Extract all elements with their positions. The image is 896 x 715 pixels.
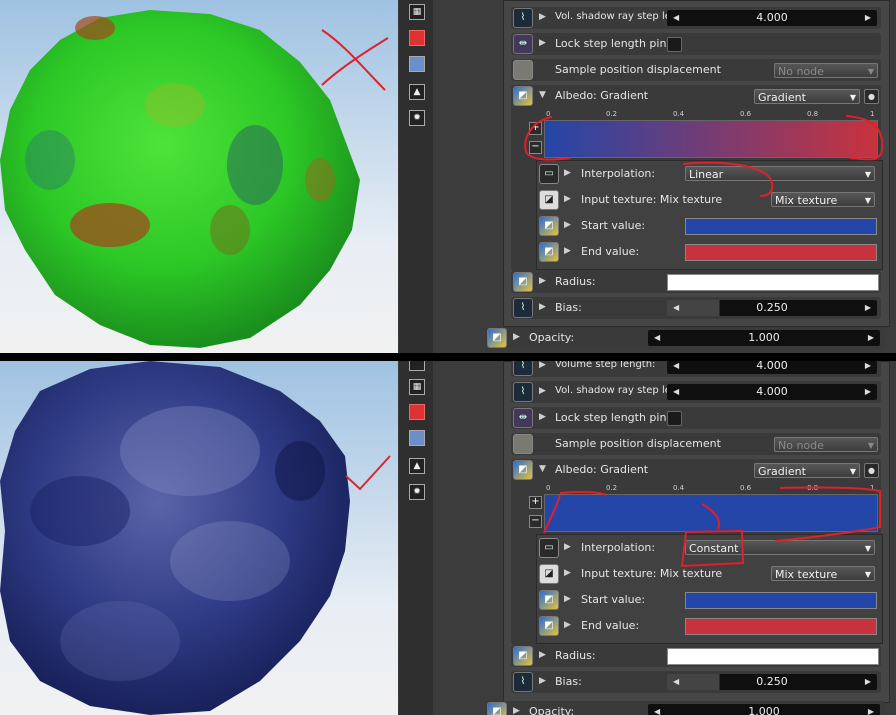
annotation-box (680, 529, 745, 568)
annotation-stroke (774, 486, 881, 542)
top-screenshot: ▦ ▲ ✹ ⌇ ▶ Vol. shadow ray step length: ◀… (0, 0, 896, 353)
red-annotation-overlay (321, 29, 884, 197)
bottom-screenshot: ▦ ▲ ✹ ⌇ ▶ Volume step length: ◀ 4.000 ▶ ⌇ … (0, 361, 896, 715)
check-mark (345, 455, 391, 491)
cross-mark (321, 37, 389, 86)
annotation-stroke (543, 494, 561, 534)
red-annotation-overlay (345, 455, 881, 568)
annotation-stroke (524, 116, 571, 161)
annotation-stroke (682, 161, 774, 197)
annotation-stroke (701, 503, 721, 530)
screenshot-separator (0, 353, 896, 361)
annotation-stroke (845, 115, 884, 161)
annotation-stroke (559, 490, 607, 496)
